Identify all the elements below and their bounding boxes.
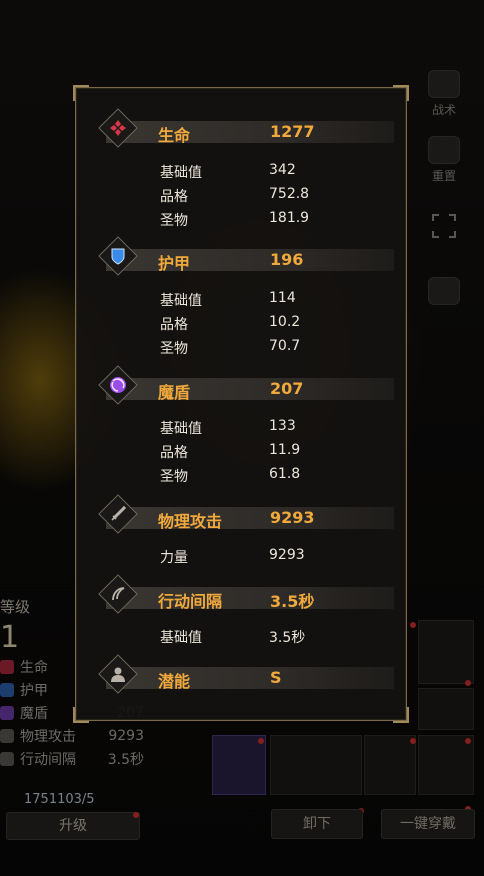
section-header-magic-shield: 魔盾 207 [76,365,406,405]
section-name: 行动间隔 [158,592,223,611]
stat-key: 基础值 [160,293,202,309]
stat-value: 752.8 [269,186,310,202]
section-name: 生命 [158,126,191,145]
section-header-armor: 护甲 196 [76,236,406,276]
section-bar [106,667,394,689]
bust-silhouette-icon [108,664,128,684]
magic-shield-swirl-icon [108,375,128,395]
stat-value: 10.2 [269,314,301,330]
panel-corner [393,85,409,101]
stat-value: 9293 [269,547,305,563]
stat-row: 基础值 342 [160,159,360,183]
section-bar [106,121,394,143]
stat-key: 圣物 [160,213,188,229]
section-header-health: 生命 1277 [76,108,406,148]
stat-key: 力量 [160,550,188,566]
stat-value: 342 [269,162,296,178]
section-header-physical-attack: 物理攻击 9293 [76,494,406,534]
stat-key: 基础值 [160,630,202,646]
panel-corner [73,707,89,723]
stat-key: 品格 [160,317,188,333]
section-total: 3.5秒 [270,592,315,611]
section-bar [106,587,394,609]
stat-row: 力量 9293 [160,544,360,568]
stat-value: 114 [269,290,296,306]
stat-row: 基础值 114 [160,287,360,311]
stat-row: 品格 11.9 [160,439,360,463]
stat-key: 圣物 [160,341,188,357]
stat-key: 基础值 [160,421,202,437]
shield-icon [108,246,128,266]
panel-corner [393,707,409,723]
panel-corner [73,85,89,101]
section-total: 1277 [270,122,315,141]
stat-row: 基础值 133 [160,415,360,439]
stat-value: 3.5秒 [269,630,306,646]
section-bar [106,507,394,529]
section-bar [106,378,394,400]
stat-value: 11.9 [269,442,301,458]
stat-row: 基础值 3.5秒 [160,624,360,648]
stat-value: 70.7 [269,338,301,354]
section-bar [106,249,394,271]
sword-icon [108,504,128,524]
stat-row: 品格 752.8 [160,183,360,207]
section-name: 护甲 [158,254,191,273]
attribute-tooltip: 生命 1277 基础值 342 品格 752.8 圣物 181.9 护甲 196… [73,85,409,723]
section-total: S [270,668,282,687]
section-name: 潜能 [158,672,191,691]
section-total: 196 [270,250,304,269]
section-name: 物理攻击 [158,512,223,531]
stat-row: 圣物 61.8 [160,463,360,487]
stat-value: 133 [269,418,296,434]
section-header-potential: 潜能 S [76,654,406,694]
stat-key: 品格 [160,445,188,461]
section-total: 207 [270,379,304,398]
stat-row: 品格 10.2 [160,311,360,335]
section-header-action-interval: 行动间隔 3.5秒 [76,574,406,614]
stat-value: 61.8 [269,466,301,482]
stat-value: 181.9 [269,210,310,226]
stat-row: 圣物 70.7 [160,335,360,359]
section-total: 9293 [270,508,315,527]
stat-key: 基础值 [160,165,202,181]
section-name: 魔盾 [158,383,191,402]
stat-key: 圣物 [160,469,188,485]
health-cross-icon [108,118,128,138]
stat-row: 圣物 181.9 [160,207,360,231]
stat-key: 品格 [160,189,188,205]
sickle-icon [108,584,128,604]
